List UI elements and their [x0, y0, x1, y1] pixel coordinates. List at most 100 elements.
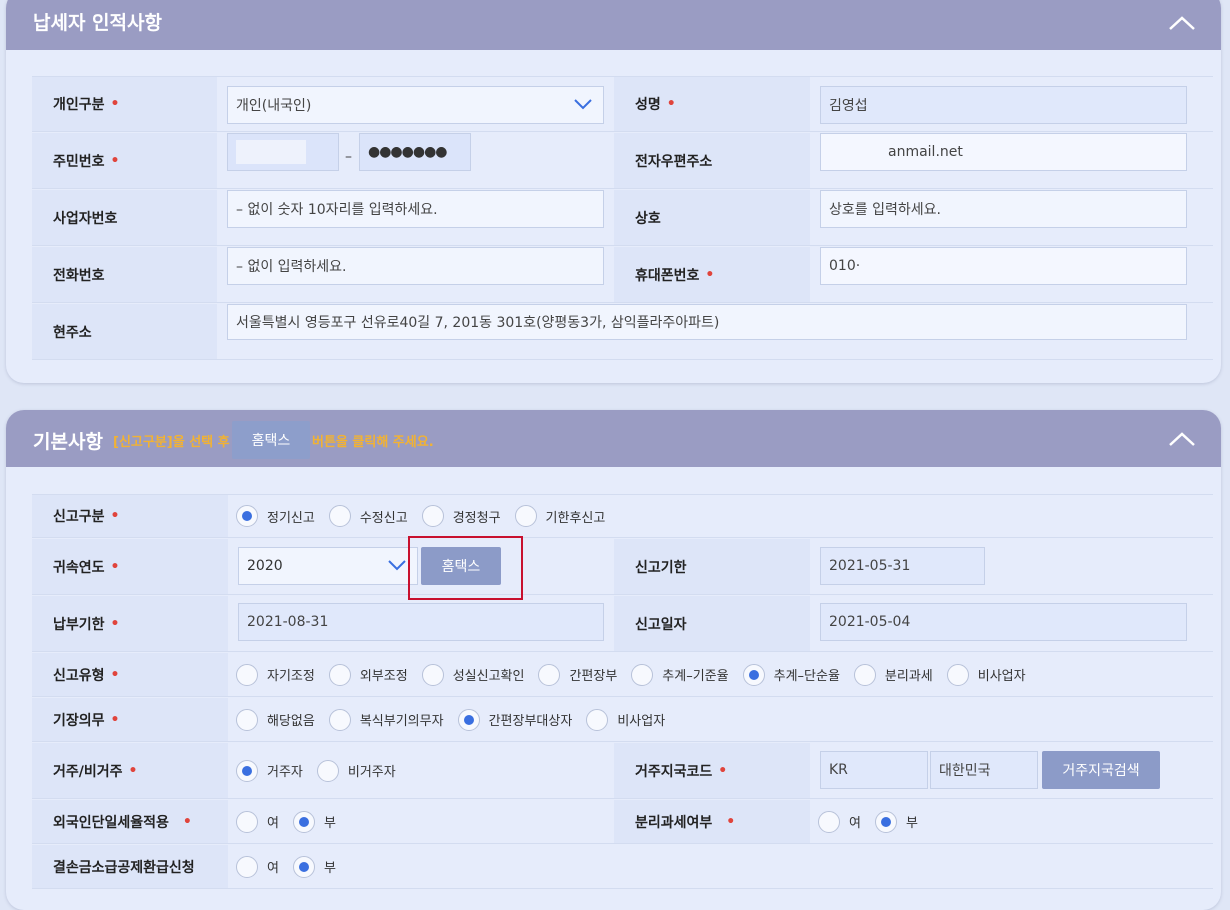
report-kind-option[interactable]: 분리과세 [853, 663, 933, 686]
basic-panel-header[interactable]: 기본사항 [신고구분]을 선택 후 홈택스 버튼을 클릭해 주세요. [6, 410, 1221, 467]
label-email: 전자우편주소 [614, 133, 810, 188]
report-kind-option[interactable]: 외부조정 [328, 663, 408, 686]
report-kind-option[interactable]: 비사업자 [946, 663, 1026, 686]
report-kind-option[interactable]: 추계–기준율 [631, 663, 729, 686]
radio-button[interactable] [818, 810, 840, 833]
separate-tax-option[interactable]: 부 [874, 810, 918, 833]
country-code-field[interactable]: KR [820, 751, 928, 789]
residency-option[interactable]: 거주자 [236, 759, 303, 782]
report-date-field[interactable]: 2021-05-04 [820, 603, 1187, 641]
label-mobile: 휴대폰번호 • [614, 247, 810, 302]
loss-refund-option[interactable]: 여 [236, 855, 279, 878]
deadline-field[interactable]: 2021-05-31 [820, 547, 985, 585]
radio-button[interactable] [514, 505, 537, 527]
radio-label: 추계–단순율 [773, 669, 840, 684]
radio-button[interactable] [236, 708, 258, 731]
report-kind-option[interactable]: 추계–단순율 [742, 663, 840, 686]
radio-button[interactable] [946, 663, 969, 686]
required-mark: • [110, 615, 120, 632]
radio-label: 경정청구 [452, 510, 501, 526]
separate-tax-option[interactable]: 여 [818, 810, 861, 833]
country-name-field[interactable]: 대한민국 [930, 751, 1038, 789]
hint-hometax-button[interactable]: 홈택스 [232, 421, 310, 459]
radio-button[interactable] [457, 708, 480, 731]
report-type-option[interactable]: 수정신고 [328, 505, 408, 527]
radio-button[interactable] [236, 759, 258, 782]
report-kind-option[interactable]: 성실신고확인 [421, 663, 524, 686]
radio-label: 기한후신고 [545, 510, 606, 526]
report-type-option[interactable]: 기한후신고 [514, 505, 606, 527]
label-person-type: 개인구분 • [32, 77, 217, 131]
phone-input[interactable]: – 없이 입력하세요. [227, 247, 604, 285]
rrn-back-field[interactable]: ●●●●●●● [359, 133, 471, 171]
row-pay-deadline: 납부기한 • 2021-08-31 신고일자 2021-05-04 [32, 596, 1213, 652]
pay-deadline-field[interactable]: 2021-08-31 [238, 603, 604, 641]
row-loss-refund: 결손금소급공제환급신청 여부 [32, 845, 1213, 889]
label-foreign-flat: 외국인단일세율적용 • [32, 800, 228, 843]
foreign-flat-option[interactable]: 여 [236, 810, 279, 833]
report-kind-option[interactable]: 간편장부 [538, 663, 618, 686]
radio-button[interactable] [853, 663, 876, 686]
name-value: 김영섭 [829, 98, 868, 114]
radio-label: 수정신고 [359, 510, 408, 526]
label-text: 개인구분 [53, 97, 105, 113]
label-text: 사업자번호 [53, 210, 118, 227]
pay-deadline-value: 2021-08-31 [247, 614, 329, 630]
radio-button[interactable] [292, 810, 315, 833]
radio-button[interactable] [328, 708, 351, 731]
person-type-select[interactable]: 개인(내국인) [227, 86, 604, 124]
radio-button[interactable] [421, 505, 444, 527]
radio-button[interactable] [236, 505, 258, 527]
chevron-up-icon[interactable] [1167, 14, 1197, 32]
radio-button[interactable] [874, 810, 897, 833]
radio-button[interactable] [316, 759, 339, 782]
radio-button[interactable] [328, 505, 351, 527]
report-kind-option[interactable]: 자기조정 [236, 663, 315, 686]
report-type-cell: 정기신고 수정신고 경정청구 기한후신고 [228, 495, 1213, 537]
radio-button[interactable] [586, 708, 609, 731]
email-field[interactable]: anmail.net [820, 133, 1187, 171]
year-select[interactable]: 2020 [238, 547, 418, 585]
radio-button[interactable] [236, 855, 258, 878]
row-bookkeeping: 기장의무 • 해당없음 복식부기의무자 간편장부대상자 비사업자 [32, 698, 1213, 742]
radio-button[interactable] [421, 663, 444, 686]
radio-button[interactable] [742, 663, 765, 686]
radio-button[interactable] [292, 855, 315, 878]
radio-button[interactable] [538, 663, 561, 686]
required-mark: • [110, 711, 120, 728]
report-type-option[interactable]: 경정청구 [421, 505, 501, 527]
radio-button[interactable] [631, 663, 654, 686]
taxpayer-panel-header[interactable]: 납세자 인적사항 [6, 0, 1221, 50]
label-text: 외국인단일세율적용 [53, 814, 169, 831]
country-name-value: 대한민국 [939, 763, 991, 779]
address-field[interactable]: 서울특별시 영등포구 선유로40길 7, 201동 301호(양평동3가, 삼익… [227, 304, 1187, 340]
required-mark: • [705, 266, 715, 283]
mobile-input[interactable]: 010· [820, 247, 1187, 285]
radio-label: 간편장부 [569, 669, 618, 684]
report-type-option[interactable]: 정기신고 [236, 505, 315, 527]
radio-label: 부 [905, 816, 918, 831]
radio-button[interactable] [328, 663, 351, 686]
radio-button[interactable] [236, 810, 258, 833]
label-text: 결손금소급공제환급신청 [53, 859, 195, 876]
person-type-value: 개인(내국인) [236, 98, 312, 114]
report-kind-radios: 자기조정 외부조정 성실신고확인 간편장부 추계–기준율 추계–단순율 분리과세 비사업자 [236, 653, 1040, 696]
foreign-flat-option[interactable]: 부 [292, 810, 336, 833]
chevron-up-icon[interactable] [1167, 430, 1197, 448]
residency-option[interactable]: 비거주자 [316, 759, 396, 782]
rrn-front-field[interactable] [227, 133, 339, 171]
company-input[interactable]: 상호를 입력하세요. [820, 190, 1187, 228]
loss-refund-option[interactable]: 부 [292, 855, 336, 878]
label-company: 상호 [614, 190, 810, 245]
label-residency: 거주/비거주 • [32, 743, 228, 798]
bookkeeping-option[interactable]: 해당없음 [236, 708, 315, 731]
bookkeeping-option[interactable]: 간편장부대상자 [457, 708, 572, 731]
country-search-button[interactable]: 거주지국검색 [1042, 751, 1160, 789]
required-mark: • [726, 813, 736, 830]
country-search-label: 거주지국검색 [1062, 763, 1140, 779]
bookkeeping-option[interactable]: 비사업자 [586, 708, 665, 731]
biz-no-input[interactable]: – 없이 숫자 10자리를 입력하세요. [227, 190, 604, 228]
name-field[interactable]: 김영섭 [820, 86, 1187, 124]
bookkeeping-option[interactable]: 복식부기의무자 [328, 708, 444, 731]
radio-button[interactable] [236, 663, 258, 686]
